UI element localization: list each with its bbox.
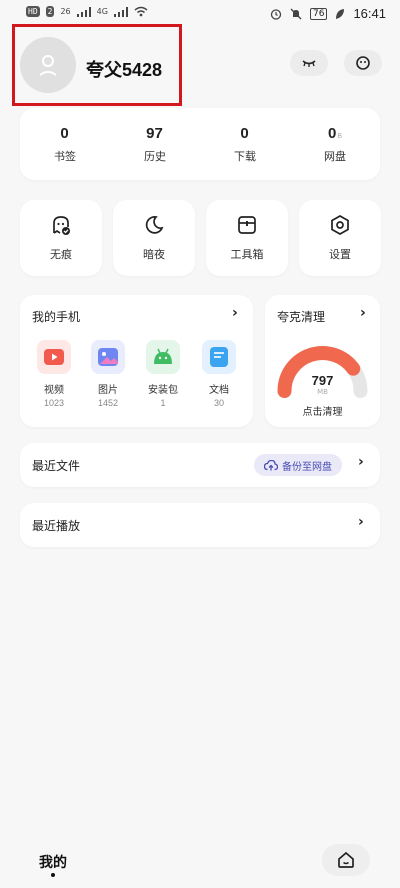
video-icon: [37, 340, 71, 374]
toolbox-icon: [238, 216, 256, 234]
phone-item-name: 安装包: [148, 385, 178, 396]
tool-label: 工具箱: [230, 248, 264, 261]
wifi-icon: [134, 6, 148, 17]
avatar[interactable]: [20, 37, 76, 93]
mute-icon: [290, 8, 302, 19]
cloud-upload-icon: [264, 459, 278, 470]
phone-item-count: 1023: [43, 398, 65, 408]
stat-value: 0B: [327, 124, 342, 142]
phone-item-images[interactable]: 图片 1452: [86, 340, 130, 408]
stat-label: 下载: [234, 149, 256, 163]
phone-item-count: 30: [213, 398, 224, 408]
eye-toggle-button[interactable]: [290, 50, 328, 76]
stat-cloud-drive[interactable]: 0B 网盘: [290, 108, 380, 180]
cleaner-unit: MB: [317, 388, 328, 396]
user-icon: [39, 55, 57, 76]
android-icon: [146, 340, 180, 374]
phone-item-count: 1452: [97, 398, 119, 408]
stat-bookmarks[interactable]: 0 书签: [20, 108, 110, 180]
tool-label: 暗夜: [143, 248, 165, 261]
stat-label: 网盘: [324, 149, 346, 163]
username[interactable]: 夸父5428: [86, 56, 162, 82]
active-tab-indicator: [51, 873, 55, 877]
chevron-right-icon[interactable]: ›: [360, 305, 366, 321]
cleaner-value: 797: [311, 373, 334, 388]
image-icon: [91, 340, 125, 374]
hd-badge: HD: [26, 6, 40, 17]
stat-label: 书签: [54, 149, 76, 163]
leaf-icon: [336, 8, 345, 19]
stat-downloads[interactable]: 0 下载: [200, 108, 290, 180]
closed-eye-icon: [302, 60, 316, 67]
moon-icon: [145, 216, 164, 234]
cleaner-title: 夸克清理: [277, 310, 326, 324]
clean-now-button[interactable]: 点击清理: [265, 403, 380, 418]
tool-toolbox[interactable]: 工具箱: [206, 200, 288, 276]
battery-level: 76: [310, 7, 328, 20]
signal-icon: [76, 6, 91, 17]
home-button[interactable]: [322, 844, 370, 876]
chat-bubble-icon: [356, 56, 370, 70]
recent-play-title: 最近播放: [32, 519, 81, 533]
tool-label: 设置: [329, 248, 351, 261]
phone-item-video[interactable]: 视频 1023: [32, 340, 76, 408]
backup-label: 备份至网盘: [282, 461, 332, 473]
recent-files-title: 最近文件: [32, 459, 81, 473]
signal-1-label: 26: [60, 7, 71, 16]
phone-item-name: 视频: [44, 385, 64, 396]
clock: 16:41: [353, 6, 386, 21]
my-phone-title: 我的手机: [32, 310, 81, 324]
stat-history[interactable]: 97 历史: [110, 108, 200, 180]
my-phone-card[interactable]: 我的手机 › 视频 1023 图片 1452 安装包 1 文档 30: [20, 295, 253, 427]
signal-icon-2: [113, 6, 128, 17]
signal-2-label: 4G: [96, 7, 108, 16]
recent-files-row[interactable]: 最近文件 备份至网盘 ›: [20, 443, 380, 487]
sim-badge: 2: [45, 6, 55, 17]
stat-label: 历史: [144, 149, 166, 163]
chevron-right-icon[interactable]: ›: [358, 454, 364, 470]
phone-item-apk[interactable]: 安装包 1: [141, 340, 185, 408]
alarm-icon: [270, 8, 282, 20]
phone-item-documents[interactable]: 文档 30: [197, 340, 241, 408]
phone-item-name: 文档: [209, 385, 229, 396]
document-icon: [202, 340, 236, 374]
status-right: 76 16:41: [270, 6, 386, 21]
stats-card: 0 书签 97 历史 0 下载 0B 网盘: [20, 108, 380, 180]
settings-hexagon-icon: [331, 215, 349, 235]
message-button[interactable]: [344, 50, 382, 76]
bottom-tab-mine[interactable]: 我的: [39, 852, 67, 872]
tool-night-mode[interactable]: 暗夜: [113, 200, 195, 276]
cleaner-card[interactable]: 夸克清理 › 797 MB 点击清理: [265, 295, 380, 427]
backup-to-cloud-button[interactable]: 备份至网盘: [254, 454, 342, 476]
chevron-right-icon[interactable]: ›: [232, 305, 238, 321]
recent-play-row[interactable]: 最近播放 ›: [20, 503, 380, 547]
tool-incognito[interactable]: 无痕: [20, 200, 102, 276]
status-left: HD 2 26 4G: [26, 6, 148, 17]
ghost-icon: [53, 216, 70, 235]
stat-value: 0: [240, 124, 249, 142]
phone-item-count: 1: [160, 398, 166, 408]
tool-settings[interactable]: 设置: [299, 200, 381, 276]
chevron-right-icon[interactable]: ›: [358, 514, 364, 530]
phone-item-name: 图片: [98, 385, 118, 396]
stat-value: 97: [146, 124, 163, 142]
home-icon: [338, 851, 354, 868]
tool-label: 无痕: [50, 248, 72, 261]
stat-value: 0: [60, 124, 69, 142]
